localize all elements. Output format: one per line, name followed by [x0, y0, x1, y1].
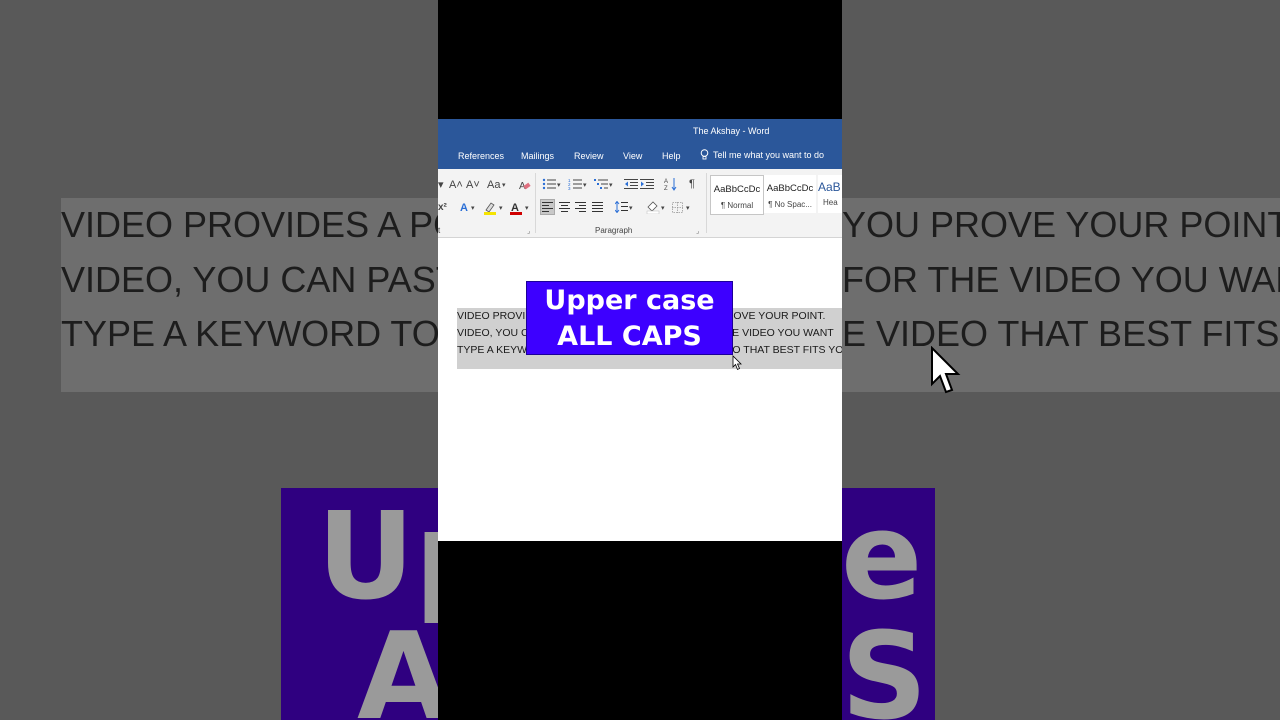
style-normal-label: ¶ Normal	[720, 201, 754, 210]
style-heading-preview: AaB	[818, 180, 841, 194]
caption-line-1: Upper case	[544, 285, 715, 316]
mouse-cursor-icon	[732, 355, 742, 371]
shading-icon[interactable]	[646, 200, 660, 214]
text-effects-icon[interactable]: A	[460, 202, 468, 214]
font-color-icon[interactable]: A	[510, 201, 522, 215]
justify-icon[interactable]	[592, 202, 603, 212]
background-line-3: TYPE A KEYWORD TO S	[61, 313, 474, 354]
title-bar: The Akshay - Word	[438, 119, 842, 143]
ribbon: ▾ A˄ A˅ Aa ▾ A x² A ▾ ▾ A ▾ t ⌟ ▾ 1 2 3 …	[438, 169, 842, 238]
sort-icon[interactable]: A Z	[664, 177, 678, 191]
tab-references[interactable]: References	[458, 151, 504, 161]
tab-mailings[interactable]: Mailings	[521, 151, 554, 161]
background-line-2: VIDEO, YOU CAN PAST	[61, 259, 458, 300]
align-left-icon[interactable]	[542, 202, 553, 212]
background-line-2-right: FOR THE VIDEO YOU WANT	[842, 259, 1280, 300]
multilevel-dropdown-icon[interactable]: ▾	[609, 180, 613, 192]
background-badge-text-3: A	[357, 608, 450, 720]
window-title: The Akshay - Word	[693, 126, 770, 136]
font-color-dropdown-icon[interactable]: ▾	[525, 203, 529, 215]
style-normal-preview: AaBbCcDc	[713, 184, 761, 195]
tab-help[interactable]: Help	[662, 151, 681, 161]
style-heading[interactable]: AaB Hea	[818, 175, 842, 213]
background-cursor-icon	[931, 346, 961, 394]
font-group-label: t	[438, 226, 441, 235]
font-dialog-launcher-icon[interactable]: ⌟	[527, 227, 530, 235]
style-heading-label: Hea	[823, 198, 838, 207]
line-spacing-icon[interactable]	[615, 201, 628, 213]
caption-line-2: ALL CAPS	[557, 321, 702, 352]
style-no-spacing-label: ¶ No Spac...	[768, 200, 812, 209]
borders-dropdown-icon[interactable]: ▾	[686, 203, 690, 215]
line-spacing-dropdown-icon[interactable]: ▾	[629, 203, 633, 215]
video-strip: The Akshay - Word References Mailings Re…	[438, 0, 842, 720]
background-line-1-right: YOU PROVE YOUR POINT. V	[842, 204, 1280, 245]
change-case-dropdown-icon[interactable]: ▾	[502, 180, 506, 192]
tell-me-text: Tell me what you want to do	[713, 149, 825, 160]
ribbon-tabs: References Mailings Review View Help Tel…	[438, 143, 842, 169]
clear-formatting-icon[interactable]: A	[519, 179, 531, 191]
paragraph-group-label: Paragraph	[595, 226, 633, 235]
align-center-icon[interactable]	[559, 202, 570, 212]
numbering-icon[interactable]: 1 2 3	[568, 178, 582, 190]
align-right-icon[interactable]	[575, 202, 586, 212]
shading-dropdown-icon[interactable]: ▾	[661, 203, 665, 215]
numbering-dropdown-icon[interactable]: ▾	[583, 180, 587, 192]
tab-view[interactable]: View	[623, 151, 642, 161]
text-effects-dropdown-icon[interactable]: ▾	[471, 203, 475, 215]
group-separator	[535, 173, 536, 233]
style-no-spacing[interactable]: AaBbCcDc ¶ No Spac...	[764, 175, 816, 213]
svg-text:3: 3	[568, 186, 571, 190]
caption-badge: Upper case ALL CAPS	[526, 281, 733, 355]
group-separator-2	[706, 173, 707, 233]
highlight-icon[interactable]	[483, 201, 497, 215]
font-dropdown-edge[interactable]: ▾	[438, 179, 444, 191]
superscript-button[interactable]: x²	[438, 202, 447, 214]
highlight-dropdown-icon[interactable]: ▾	[499, 203, 503, 215]
shrink-font-button[interactable]: A˅	[466, 179, 480, 191]
borders-icon[interactable]	[672, 202, 683, 213]
show-hide-marks-button[interactable]: ¶	[689, 178, 695, 190]
style-normal[interactable]: AaBbCcDc ¶ Normal	[710, 175, 764, 215]
tell-me-box[interactable]: Tell me what you want to do	[700, 149, 824, 160]
background-badge-text-4: S	[841, 608, 928, 720]
paragraph-dialog-launcher-icon[interactable]: ⌟	[696, 227, 699, 235]
multilevel-list-icon[interactable]	[594, 178, 608, 190]
decrease-indent-icon[interactable]	[624, 178, 638, 190]
style-no-spacing-preview: AaBbCcDc	[766, 183, 814, 194]
background-badge-text-2: e	[841, 488, 923, 627]
grow-font-button[interactable]: A˄	[449, 179, 463, 191]
change-case-button[interactable]: Aa	[487, 179, 500, 191]
bullets-dropdown-icon[interactable]: ▾	[557, 180, 561, 192]
svg-text:A: A	[664, 179, 668, 185]
increase-indent-icon[interactable]	[640, 178, 654, 190]
svg-text:Z: Z	[664, 186, 668, 191]
background-line-3-right: E VIDEO THAT BEST FITS YO	[842, 313, 1280, 354]
background-line-1: VIDEO PROVIDES A PO	[61, 204, 462, 245]
tab-review[interactable]: Review	[574, 151, 604, 161]
bullets-icon[interactable]	[542, 178, 556, 190]
lightbulb-icon	[700, 149, 709, 160]
